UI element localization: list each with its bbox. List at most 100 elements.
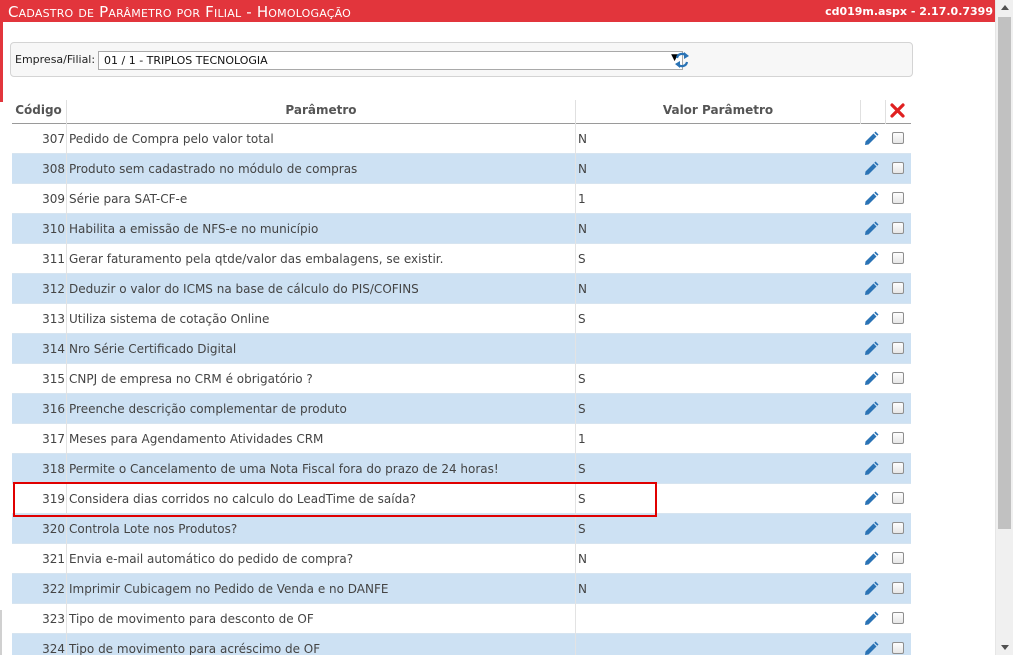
row-parameter: Preenche descrição complementar de produ… [69, 402, 347, 416]
table-row[interactable]: 324 Tipo de movimento para acréscimo de O… [12, 634, 911, 655]
column-divider [575, 634, 576, 655]
row-select-checkbox[interactable] [892, 162, 904, 174]
pencil-icon[interactable] [863, 491, 879, 507]
pencil-icon[interactable] [863, 431, 879, 447]
pencil-icon[interactable] [863, 461, 879, 477]
row-select-checkbox[interactable] [892, 132, 904, 144]
column-divider [66, 274, 67, 304]
table-row[interactable]: 307 Pedido de Compra pelo valor total N [12, 124, 911, 154]
column-divider [66, 424, 67, 454]
table-row[interactable]: 323 Tipo de movimento para desconto de OF [12, 604, 911, 634]
table-row[interactable]: 322 Imprimir Cubicagem no Pedido de Venda… [12, 574, 911, 604]
column-divider [575, 154, 576, 184]
row-select-checkbox[interactable] [892, 432, 904, 444]
table-row[interactable]: 312 Deduzir o valor do ICMS na base de cá… [12, 274, 911, 304]
row-parameter: Deduzir o valor do ICMS na base de cálcu… [69, 282, 419, 296]
row-code: 310 [42, 222, 65, 236]
column-divider [575, 454, 576, 484]
refresh-icon[interactable] [674, 51, 690, 69]
table-row[interactable]: 321 Envia e-mail automático do pedido de … [12, 544, 911, 574]
row-code: 323 [42, 612, 65, 626]
background-edge-bottom [0, 610, 2, 655]
pencil-icon[interactable] [863, 251, 879, 267]
row-select-checkbox[interactable] [892, 642, 904, 654]
pencil-icon[interactable] [863, 581, 879, 597]
pencil-icon[interactable] [863, 401, 879, 417]
table-row[interactable]: 308 Produto sem cadastrado no módulo de c… [12, 154, 911, 184]
row-code: 321 [42, 552, 65, 566]
row-code: 320 [42, 522, 65, 536]
table-row[interactable]: 313 Utiliza sistema de cotação Online S [12, 304, 911, 334]
pencil-icon[interactable] [863, 191, 879, 207]
row-select-checkbox[interactable] [892, 612, 904, 624]
pencil-icon[interactable] [863, 521, 879, 537]
row-value: N [578, 282, 587, 296]
table-row[interactable]: 309 Série para SAT-CF-e 1 [12, 184, 911, 214]
row-select-checkbox[interactable] [892, 492, 904, 504]
row-parameter: Utiliza sistema de cotação Online [69, 312, 270, 326]
vertical-scrollbar[interactable] [995, 0, 1013, 655]
row-select-checkbox[interactable] [892, 462, 904, 474]
pencil-icon[interactable] [863, 221, 879, 237]
column-divider [575, 574, 576, 604]
row-select-checkbox[interactable] [892, 252, 904, 264]
scroll-down-arrow-icon[interactable] [1001, 645, 1009, 650]
row-code: 311 [42, 252, 65, 266]
column-divider [66, 304, 67, 334]
column-divider [66, 244, 67, 274]
pencil-icon[interactable] [863, 341, 879, 357]
row-code: 312 [42, 282, 65, 296]
row-value: S [578, 522, 586, 536]
row-code: 314 [42, 342, 65, 356]
table-row[interactable]: 314 Nro Série Certificado Digital [12, 334, 911, 364]
column-divider [66, 394, 67, 424]
row-select-checkbox[interactable] [892, 312, 904, 324]
row-select-checkbox[interactable] [892, 522, 904, 534]
table-row[interactable]: 310 Habilita a emissão de NFS-e no municí… [12, 214, 911, 244]
row-select-checkbox[interactable] [892, 192, 904, 204]
column-divider [66, 454, 67, 484]
pencil-icon[interactable] [863, 641, 879, 655]
company-branch-select[interactable]: 01 / 1 - TRIPLOS TECNOLOGIA ▼ [98, 51, 683, 70]
row-select-checkbox[interactable] [892, 282, 904, 294]
pencil-icon[interactable] [863, 551, 879, 567]
pencil-icon[interactable] [863, 131, 879, 147]
table-row[interactable]: 311 Gerar faturamento pela qtde/valor das… [12, 244, 911, 274]
row-value: N [578, 222, 587, 236]
row-select-checkbox[interactable] [892, 372, 904, 384]
scrollbar-thumb[interactable] [998, 17, 1011, 529]
table-row[interactable]: 317 Meses para Agendamento Atividades CRM… [12, 424, 911, 454]
delete-x-icon[interactable] [890, 103, 905, 118]
row-select-checkbox[interactable] [892, 342, 904, 354]
row-select-checkbox[interactable] [892, 552, 904, 564]
pencil-icon[interactable] [863, 371, 879, 387]
column-divider [575, 304, 576, 334]
row-select-checkbox[interactable] [892, 402, 904, 414]
table-row[interactable]: 316 Preenche descrição complementar de pr… [12, 394, 911, 424]
row-select-checkbox[interactable] [892, 222, 904, 234]
row-parameter: Pedido de Compra pelo valor total [69, 132, 274, 146]
column-header-value[interactable]: Valor Parâmetro [576, 98, 860, 124]
column-divider [575, 514, 576, 544]
row-code: 318 [42, 462, 65, 476]
row-code: 316 [42, 402, 65, 416]
table-row[interactable]: 320 Controla Lote nos Produtos? S [12, 514, 911, 544]
row-code: 308 [42, 162, 65, 176]
row-parameter: Meses para Agendamento Atividades CRM [69, 432, 324, 446]
column-header-code[interactable]: Código [12, 98, 65, 124]
pencil-icon[interactable] [863, 161, 879, 177]
table-row[interactable]: 318 Permite o Cancelamento de uma Nota Fi… [12, 454, 911, 484]
row-parameter: Envia e-mail automático do pedido de com… [69, 552, 354, 566]
row-select-checkbox[interactable] [892, 582, 904, 594]
column-divider [575, 424, 576, 454]
pencil-icon[interactable] [863, 611, 879, 627]
row-parameter: Gerar faturamento pela qtde/valor das em… [69, 252, 444, 266]
pencil-icon[interactable] [863, 281, 879, 297]
scroll-up-arrow-icon[interactable] [1001, 5, 1009, 10]
filter-panel: Empresa/Filial: 01 / 1 - TRIPLOS TECNOLO… [10, 42, 913, 77]
column-divider [66, 124, 67, 154]
column-header-param[interactable]: Parâmetro [67, 98, 575, 124]
table-row[interactable]: 315 CNPJ de empresa no CRM é obrigatório … [12, 364, 911, 394]
row-parameter: Habilita a emissão de NFS-e no município [69, 222, 319, 236]
pencil-icon[interactable] [863, 311, 879, 327]
